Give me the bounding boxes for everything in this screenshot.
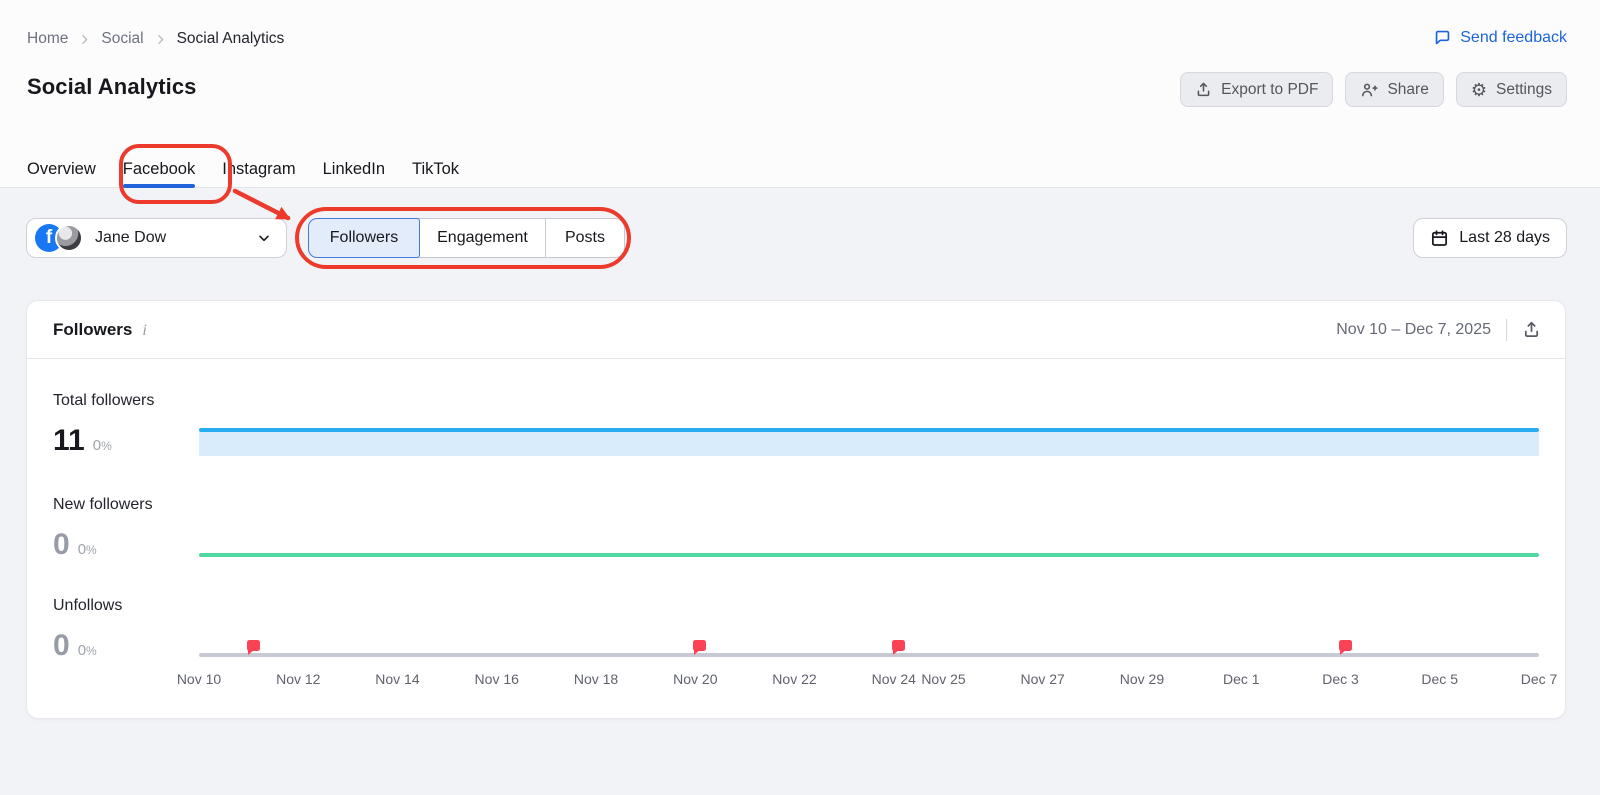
new-followers-line — [199, 553, 1539, 557]
date-range-button[interactable]: Last 28 days — [1413, 218, 1567, 258]
calendar-icon — [1430, 229, 1449, 248]
x-tick: Nov 16 — [474, 671, 519, 687]
total-followers-area-fill — [199, 432, 1539, 456]
person-plus-icon — [1360, 81, 1379, 99]
total-followers-change: 0% — [92, 437, 112, 454]
settings-button[interactable]: ⚙ Settings — [1455, 72, 1567, 107]
header-actions: Export to PDF Share ⚙ Settings — [1180, 72, 1567, 107]
tab-overview[interactable]: Overview — [27, 150, 96, 188]
metric-value-unfollows: 0 0% — [53, 630, 97, 667]
export-chart-icon[interactable] — [1522, 320, 1541, 339]
x-tick: Dec 1 — [1222, 671, 1260, 687]
x-tick: Nov 18 — [573, 671, 619, 687]
breadcrumb-social[interactable]: Social — [101, 30, 143, 48]
profile-name: Jane Dow — [95, 229, 167, 246]
metric-value-total-followers: 11 0% — [53, 425, 112, 462]
date-range-label: Last 28 days — [1459, 229, 1550, 246]
chevron-down-icon — [256, 230, 272, 246]
panel-title: Followers — [53, 319, 133, 339]
x-tick: Dec 5 — [1421, 671, 1458, 687]
event-flag-dec-3[interactable] — [1338, 640, 1352, 655]
x-tick: Dec 3 — [1322, 671, 1359, 687]
x-tick: Nov 22 — [772, 671, 817, 687]
divider — [1506, 318, 1507, 341]
x-tick: Nov 12 — [276, 671, 321, 687]
chevron-right-icon — [154, 33, 167, 46]
x-tick: Nov 29 — [1119, 671, 1165, 687]
unfollows-value: 0 — [53, 629, 70, 662]
gear-icon: ⚙ — [1470, 79, 1487, 100]
metric-label-new-followers: New followers — [53, 496, 153, 513]
avatar — [55, 224, 83, 252]
info-icon[interactable]: i — [142, 322, 146, 340]
x-tick: Nov 20 — [673, 671, 718, 687]
send-feedback-link[interactable]: Send feedback — [1433, 28, 1567, 47]
tab-tiktok[interactable]: TikTok — [412, 150, 459, 188]
share-label: Share — [1387, 80, 1429, 98]
new-followers-change: 0% — [77, 541, 97, 558]
chevron-right-icon — [78, 33, 91, 46]
new-followers-value: 0 — [53, 528, 70, 561]
social-analytics-page: Home Social Social Analytics Send feedba… — [0, 0, 1600, 795]
export-to-pdf-label: Export to PDF — [1221, 80, 1319, 98]
feedback-bubble-icon — [1433, 28, 1452, 47]
settings-label: Settings — [1495, 80, 1552, 98]
page-header: Home Social Social Analytics Send feedba… — [0, 0, 1600, 188]
metric-value-new-followers: 0 0% — [53, 529, 97, 566]
profile-avatars: f — [35, 224, 85, 252]
x-tick: Dec 7 — [1520, 671, 1558, 687]
metric-label-unfollows: Unfollows — [53, 597, 123, 614]
export-to-pdf-button[interactable]: Export to PDF — [1180, 72, 1334, 107]
segment-posts[interactable]: Posts — [546, 219, 624, 257]
annotation-arrow — [232, 188, 291, 221]
page-title: Social Analytics — [27, 74, 197, 99]
breadcrumb-current: Social Analytics — [176, 30, 285, 47]
tab-instagram[interactable]: Instagram — [222, 150, 295, 188]
x-tick: Nov 14 — [375, 671, 420, 687]
unfollows-change: 0% — [77, 642, 97, 659]
x-tick: Nov 27 — [1020, 671, 1065, 687]
panel-date-range: Nov 10 – Dec 7, 2025 — [1336, 320, 1491, 338]
breadcrumb-home[interactable]: Home — [27, 30, 68, 48]
upload-icon — [1195, 81, 1212, 98]
metric-label-total-followers: Total followers — [53, 392, 155, 409]
followers-panel-header: Followers i Nov 10 – Dec 7, 2025 — [27, 301, 1565, 359]
tab-facebook[interactable]: Facebook — [122, 150, 196, 188]
profile-selector[interactable]: f Jane Dow — [26, 218, 287, 258]
x-tick: Nov 10 — [176, 671, 222, 687]
event-flag-nov-24[interactable] — [891, 640, 905, 655]
x-tick: Nov 24 — [871, 671, 916, 687]
event-flag-nov-20[interactable] — [693, 640, 707, 655]
metric-view-switcher: Followers Engagement Posts — [308, 218, 625, 258]
segment-engagement[interactable]: Engagement — [420, 219, 546, 257]
followers-chart: Total followers 11 0% New followers 0 0%… — [27, 359, 1565, 719]
followers-panel: Followers i Nov 10 – Dec 7, 2025 Total f… — [26, 300, 1566, 719]
unfollows-line — [199, 653, 1539, 657]
network-tabs: Overview Facebook Instagram LinkedIn Tik… — [27, 150, 459, 188]
share-button[interactable]: Share — [1345, 72, 1444, 107]
segment-followers[interactable]: Followers — [308, 218, 420, 258]
event-flag-nov-11[interactable] — [246, 640, 260, 655]
x-tick: Nov 25 — [921, 671, 966, 687]
total-followers-value: 11 — [53, 424, 85, 457]
tab-linkedin[interactable]: LinkedIn — [323, 150, 385, 188]
send-feedback-label: Send feedback — [1460, 28, 1567, 46]
plot-area: Nov 10 Nov 12 Nov 14 Nov 16 Nov 18 Nov 2… — [177, 359, 1557, 719]
breadcrumb: Home Social Social Analytics — [27, 30, 284, 48]
